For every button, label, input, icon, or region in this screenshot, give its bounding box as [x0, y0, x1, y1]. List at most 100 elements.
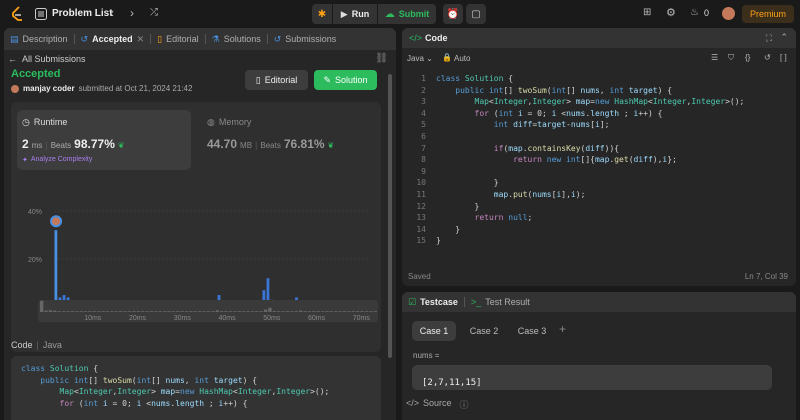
tab-solutions[interactable]: ⚗ Solutions: [206, 34, 267, 45]
problem-list-link[interactable]: Problem List: [52, 8, 113, 19]
case-3-tab[interactable]: Case 3: [510, 321, 554, 341]
brush-bar: [373, 311, 377, 312]
brush-bar: [228, 311, 233, 312]
brush-bar: [176, 311, 180, 312]
link-icon[interactable]: ⛓: [375, 53, 388, 64]
shuffle-icon[interactable]: ⤮: [150, 7, 158, 18]
runtime-card[interactable]: ◷ Runtime 2 ms | Beats 98.77% ❦ ✦ Analyze …: [17, 110, 191, 170]
code-line: public int[] twoSum(int[] nums, int targ…: [436, 85, 788, 97]
code-editor[interactable]: class Solution { public int[] twoSum(int…: [436, 73, 788, 247]
user-avatar[interactable]: [11, 84, 19, 93]
code-token: >: [566, 97, 576, 107]
analyze-label: Analyze Complexity: [30, 156, 93, 163]
solution-button[interactable]: ✎ Solution: [314, 70, 377, 90]
avatar-marker: [52, 217, 61, 226]
case-1-tab[interactable]: Case 1: [412, 321, 456, 341]
close-icon[interactable]: ✕: [137, 34, 145, 45]
submit-label: Submit: [398, 9, 430, 19]
source-link[interactable]: </> Source ⓘ: [406, 398, 469, 411]
history-icon: ↺: [273, 33, 282, 44]
alarm-icon: ⏰: [446, 8, 460, 20]
terminal-icon: >_: [470, 297, 482, 307]
runtime-distribution-chart[interactable]: 40%20%0%10ms20ms30ms40ms50ms60ms70ms: [4, 174, 388, 304]
notes-button[interactable]: ▢: [466, 4, 486, 24]
code-token: int: [488, 85, 504, 95]
bookmark-icon[interactable]: ⛉: [728, 53, 734, 63]
help-icon[interactable]: ⓘ: [460, 398, 469, 411]
debug-button[interactable]: ✱: [312, 4, 332, 24]
memory-card[interactable]: ◍ Memory 44.70 MB | Beats 76.81% ❦: [202, 110, 376, 170]
checkbox-icon: ☑: [408, 296, 417, 307]
undo-icon[interactable]: ↺: [764, 53, 771, 62]
brush-bar: [250, 311, 255, 312]
analyze-complexity-link[interactable]: ✦ Analyze Complexity: [22, 156, 92, 164]
chevron-up-icon[interactable]: ⌃: [780, 32, 788, 43]
nums-input[interactable]: [2,7,11,15]: [412, 365, 772, 390]
expand-icon[interactable]: ⛶: [766, 33, 772, 44]
brackets-icon[interactable]: [ ]: [780, 53, 787, 62]
tab-testcase-label: Testcase: [420, 297, 458, 307]
mode-label[interactable]: Auto: [454, 54, 470, 63]
submit-button[interactable]: ☁ Submit: [378, 4, 436, 24]
chevron-right-icon[interactable]: ›: [130, 6, 134, 20]
code-token: ;: [204, 398, 219, 408]
code-token: ,: [184, 375, 195, 385]
code-token: twoSum: [517, 85, 547, 95]
brush-bar: [364, 311, 369, 312]
code-token: );: [575, 189, 586, 199]
code-token: nums: [165, 375, 185, 385]
code-line: class Solution {: [21, 363, 371, 375]
brush-bar: [224, 311, 228, 312]
brush-tick-label: 30ms: [174, 315, 192, 322]
list-icon[interactable]: [34, 7, 48, 21]
tab-editorial[interactable]: ▯ Editorial: [151, 34, 204, 45]
chevron-left-icon[interactable]: ‹: [110, 6, 114, 20]
code-token: length: [175, 398, 205, 408]
premium-button[interactable]: Premium: [742, 5, 794, 23]
brush-bar: [329, 311, 334, 312]
case-3-label: Case 3: [517, 326, 547, 336]
tab-accepted[interactable]: ↺ Accepted ✕: [75, 34, 151, 45]
tab-editorial-label: Editorial: [166, 34, 199, 44]
tab-testcase[interactable]: ☑ Testcase: [402, 297, 464, 308]
scrollbar[interactable]: [388, 74, 392, 358]
chart-bar[interactable]: [54, 230, 58, 304]
align-icon[interactable]: ☰: [711, 53, 718, 62]
run-button[interactable]: ▶ Run: [333, 4, 377, 24]
brush-bar: [44, 310, 48, 312]
code-token: []: [88, 375, 103, 385]
gear-icon[interactable]: ⚙: [666, 6, 676, 19]
brush-bar: [347, 311, 351, 312]
braces-icon[interactable]: {}: [745, 53, 750, 62]
streak-count: 0: [704, 8, 710, 18]
runtime-value: 2: [22, 137, 29, 151]
leaf-icon: ❦: [327, 141, 335, 150]
avatar[interactable]: [722, 7, 735, 20]
code-token: ];: [599, 120, 610, 130]
back-link[interactable]: ← All Submissions: [8, 54, 86, 64]
code-line: if(map.containsKey(diff)){: [436, 143, 788, 155]
layout-grid-icon[interactable]: ⊞: [643, 7, 651, 18]
language-select[interactable]: Java ⌄: [407, 54, 433, 63]
tab-submissions[interactable]: ↺ Submissions: [268, 34, 343, 45]
range-brush[interactable]: 10ms 20ms 30ms 40ms 50ms 60ms 70ms: [38, 298, 378, 324]
language-label: Java: [42, 340, 62, 350]
user-name[interactable]: manjay coder: [23, 84, 75, 93]
tab-test-result[interactable]: >_ Test Result: [465, 297, 536, 307]
add-case-button[interactable]: +: [559, 322, 566, 336]
code-token: {: [503, 74, 514, 83]
brush-bar: [285, 311, 290, 312]
code-header: </> Code ⛶ ⌃: [402, 28, 796, 48]
timer-button[interactable]: ⏰: [443, 4, 463, 24]
brush-bar: [92, 311, 97, 312]
case-2-tab[interactable]: Case 2: [462, 321, 506, 341]
brush-bar: [83, 311, 88, 312]
logo-icon[interactable]: [10, 6, 24, 22]
case-1-label: Case 1: [419, 326, 449, 336]
editorial-button[interactable]: ▯ Editorial: [245, 70, 308, 90]
brush-bar: [307, 311, 312, 312]
tab-description[interactable]: ▤ Description: [4, 34, 74, 45]
code-line: return null;: [436, 212, 788, 224]
y-tick-label: 40%: [28, 209, 42, 216]
